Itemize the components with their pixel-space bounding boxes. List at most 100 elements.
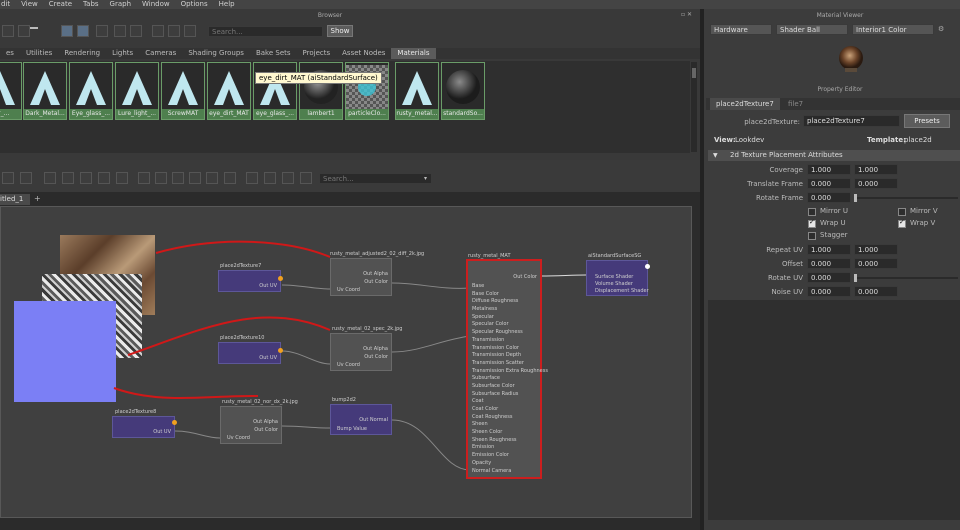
rotate-uv-field[interactable]: 0.000 — [807, 272, 851, 283]
view-label: View: — [714, 136, 736, 144]
offset-v-field[interactable]: 0.000 — [854, 258, 898, 269]
node-port-label: Out Color — [364, 279, 388, 285]
place2dtexture7-node[interactable]: Out UV — [218, 270, 281, 292]
bump2d-node[interactable]: Out Normal Bump Value — [330, 404, 392, 435]
output-port[interactable] — [645, 264, 650, 269]
tab-file7[interactable]: file7 — [782, 98, 809, 110]
output-port[interactable] — [278, 276, 283, 281]
attr-label: Metalness — [472, 306, 498, 313]
rotate-frame-label: Rotate Frame — [756, 194, 803, 202]
rotate-frame-slider[interactable] — [854, 194, 958, 202]
coverage-u-field[interactable]: 1.000 — [807, 164, 851, 175]
mirror-u-checkbox[interactable] — [808, 208, 816, 216]
repeat-u-field[interactable]: 1.000 — [807, 244, 851, 255]
attr-label: Transmission Depth — [472, 352, 522, 359]
translate-frame-v-field[interactable]: 0.000 — [854, 178, 898, 189]
node-port-label: Out UV — [259, 283, 277, 289]
stagger-checkbox[interactable] — [808, 232, 816, 240]
spec-file-node[interactable]: Out Alpha Out Color Uv Coord — [330, 333, 392, 371]
presets-button[interactable]: Presets — [904, 114, 950, 128]
attr-label: Transmission Color — [472, 344, 519, 351]
node-port-label: Uv Coord — [337, 362, 360, 368]
node-port-label: Out Color — [513, 274, 537, 280]
node-title: aiStandardSurfaceSG — [588, 253, 642, 259]
material-node[interactable]: Out Color Base Base Color Diffuse Roughn… — [466, 259, 548, 479]
attr-label: Coat Roughness — [472, 413, 513, 420]
node-name-label: place2dTexture: — [744, 118, 800, 126]
diff-file-node[interactable]: Out Alpha Out Color Uv Coord — [330, 258, 392, 296]
check-icon: ✓ — [809, 218, 815, 226]
repeat-v-field[interactable]: 1.000 — [854, 244, 898, 255]
node-title: place2dTexture8 — [115, 409, 157, 415]
node-port-label: Out Alpha — [363, 271, 388, 277]
mirror-v-checkbox[interactable] — [898, 208, 906, 216]
offset-u-field[interactable]: 0.000 — [807, 258, 851, 269]
renderer-dropdown[interactable]: Hardware — [710, 24, 772, 35]
place2dtexture10-node[interactable]: Out UV — [218, 342, 281, 364]
check-icon: ✓ — [899, 218, 905, 226]
node-port-label: Out UV — [259, 355, 277, 361]
wrap-u-label: Wrap U — [820, 219, 846, 227]
normal-file-node[interactable]: Out Alpha Out Color Uv Coord — [220, 406, 282, 444]
node-port-label: Bump Value — [337, 426, 367, 432]
property-tabs: place2dTexture7 file7 — [706, 98, 960, 110]
attr-label: Transmission Scatter — [472, 359, 524, 366]
node-port-label: Out Alpha — [253, 419, 278, 425]
tab-place2dtexture7[interactable]: place2dTexture7 — [710, 98, 780, 110]
node-port-label: Out UV — [153, 429, 171, 435]
rotate-uv-slider[interactable] — [854, 274, 958, 282]
attr-label: Transmission Extra Roughness — [472, 367, 548, 374]
section-title: 2d Texture Placement Attributes — [730, 151, 843, 159]
attr-label: Coat — [472, 398, 484, 405]
shading-group-node[interactable]: Surface Shader Volume Shader Displacemen… — [586, 260, 649, 296]
node-title: rusty_metal_02_nor_dx_2k.jpg — [222, 399, 298, 405]
translate-frame-label: Translate Frame — [747, 180, 803, 188]
template-value[interactable]: place2d — [904, 136, 932, 144]
node-title: rusty_metal_02_spec_2k.jpg — [332, 326, 403, 332]
attr-label: Base Color — [472, 290, 499, 297]
attr-label: Coat Color — [472, 406, 499, 412]
node-name-field[interactable]: place2dTexture7 — [803, 115, 900, 127]
material-attr-list: Base Base Color Diffuse Roughness Metaln… — [472, 283, 548, 475]
place2dtexture8-node[interactable]: Out UV — [112, 416, 175, 438]
node-title: place2dTexture10 — [220, 335, 265, 341]
environment-dropdown[interactable]: Interior1 Color — [852, 24, 934, 35]
property-editor-empty-area — [708, 300, 960, 520]
preview-ball-icon — [839, 46, 863, 72]
rotate-uv-label: Rotate UV — [767, 274, 803, 282]
node-port-label: Out Alpha — [363, 346, 388, 352]
repeat-uv-label: Repeat UV — [766, 246, 803, 254]
attr-label: Specular Color — [472, 321, 509, 328]
offset-label: Offset — [781, 260, 803, 268]
attr-label: Diffuse Roughness — [472, 298, 519, 305]
section-header[interactable]: ▼ 2d Texture Placement Attributes — [708, 150, 960, 161]
attr-label: Emission Color — [472, 452, 509, 459]
output-port[interactable] — [172, 420, 177, 425]
noise-uv-label: Noise UV — [771, 288, 803, 296]
attr-label: Emission — [472, 444, 495, 451]
rotate-frame-field[interactable]: 0.000 — [807, 192, 851, 203]
attr-label: Sheen Roughness — [472, 436, 517, 443]
attr-label: Subsurface — [472, 375, 500, 382]
node-title: place2dTexture7 — [220, 263, 262, 269]
attr-label: Subsurface Color — [472, 382, 515, 389]
node-title: bump2d2 — [332, 397, 356, 403]
noise-u-field[interactable]: 0.000 — [807, 286, 851, 297]
view-value[interactable]: Lookdev — [735, 136, 764, 144]
attr-label: Volume Shader — [595, 281, 633, 287]
noise-v-field[interactable]: 0.000 — [854, 286, 898, 297]
attr-label: Base — [472, 283, 485, 289]
output-port[interactable] — [278, 348, 283, 353]
node-port-label: Out Color — [254, 427, 278, 433]
shape-dropdown[interactable]: Shader Ball — [776, 24, 848, 35]
attr-label: Specular Roughness — [472, 329, 523, 336]
collapse-arrow-icon: ▼ — [713, 152, 718, 159]
coverage-v-field[interactable]: 1.000 — [854, 164, 898, 175]
translate-frame-u-field[interactable]: 0.000 — [807, 178, 851, 189]
attr-label: Transmission — [472, 336, 505, 343]
property-editor-title: Property Editor — [817, 86, 863, 93]
mirror-u-label: Mirror U — [820, 207, 848, 215]
viewer-options-icon[interactable]: ⚙ — [938, 25, 958, 35]
attr-label: Sheen — [472, 421, 488, 428]
mirror-v-label: Mirror V — [910, 207, 938, 215]
